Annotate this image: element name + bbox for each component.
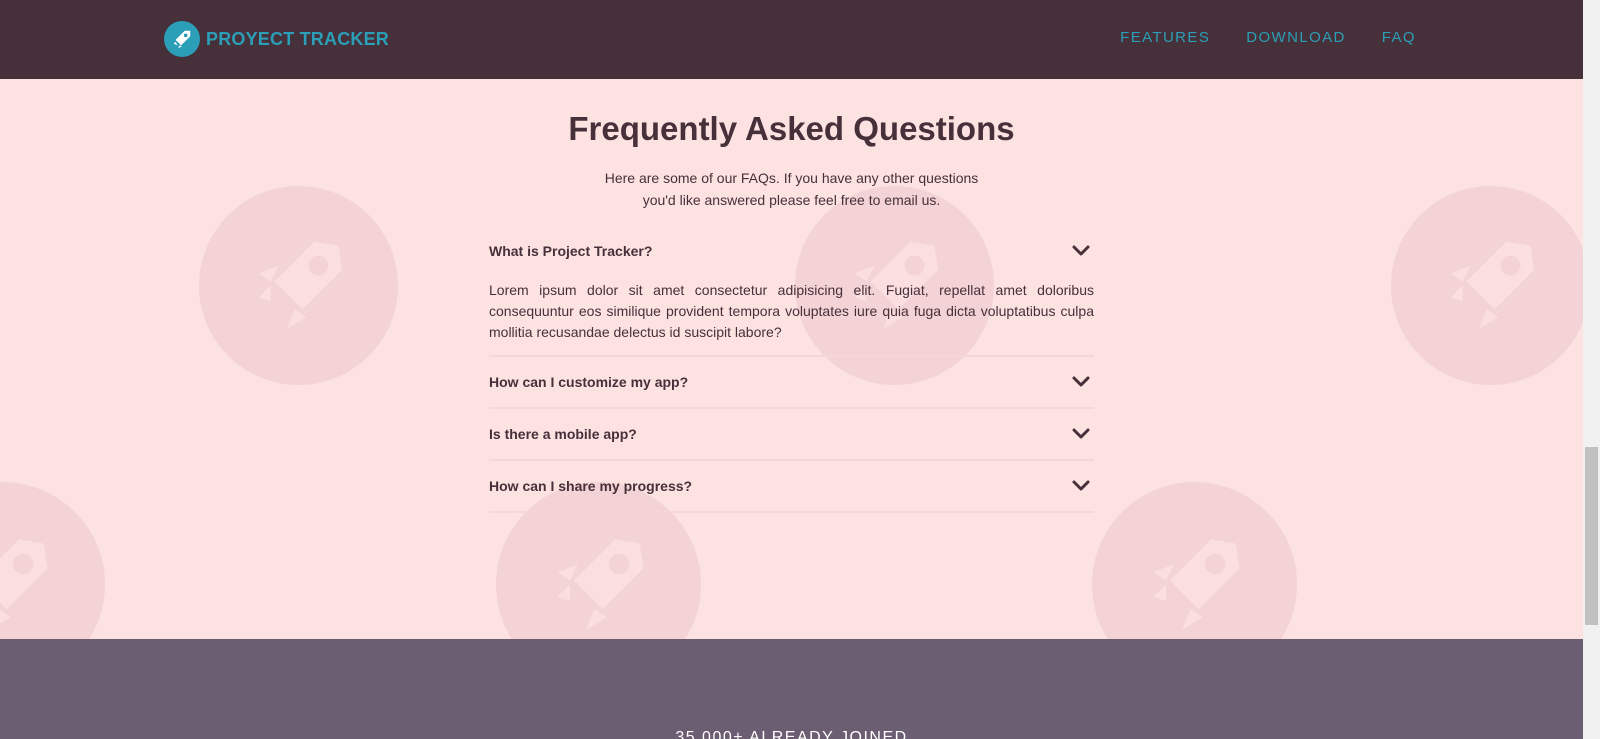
faq-question: How can I share my progress? (489, 478, 693, 494)
chevron-down-icon (1072, 480, 1090, 491)
main-nav: FEATURES DOWNLOAD FAQ (1120, 29, 1416, 46)
faq-subtitle: Here are some of our FAQs. If you have a… (0, 167, 1583, 211)
faq-item: How can I customize my app? (489, 357, 1094, 409)
faq-question-toggle[interactable]: How can I customize my app? (489, 357, 1094, 407)
faq-item: Is there a mobile app? (489, 409, 1094, 461)
logo[interactable]: PROYECT TRACKER (164, 21, 389, 57)
page-scrollbar[interactable] (1583, 0, 1600, 739)
joined-count-text: 35,000+ ALREADY JOINED (675, 729, 908, 739)
faq-item: What is Project Tracker? Lorem ipsum dol… (489, 226, 1094, 357)
faq-question: How can I customize my app? (489, 374, 689, 390)
faq-subtitle-line: you'd like answered please feel free to … (642, 192, 941, 208)
rocket-icon (164, 21, 200, 57)
chevron-down-icon (1072, 428, 1090, 439)
nav-link-faq[interactable]: FAQ (1382, 29, 1416, 46)
chevron-down-icon (1072, 245, 1090, 256)
joined-section: 35,000+ ALREADY JOINED (0, 639, 1583, 739)
faq-title: Frequently Asked Questions (568, 110, 1015, 147)
chevron-down-icon (1072, 376, 1090, 387)
scrollbar-thumb[interactable] (1585, 447, 1598, 625)
site-header: PROYECT TRACKER FEATURES DOWNLOAD FAQ (0, 0, 1583, 79)
nav-link-features[interactable]: FEATURES (1120, 29, 1210, 46)
faq-question: Is there a mobile app? (489, 426, 637, 442)
faq-accordion: What is Project Tracker? Lorem ipsum dol… (489, 226, 1094, 513)
faq-question-toggle[interactable]: Is there a mobile app? (489, 409, 1094, 459)
faq-section: Frequently Asked Questions Here are some… (0, 79, 1583, 639)
faq-question-toggle[interactable]: What is Project Tracker? (489, 226, 1094, 276)
faq-question: What is Project Tracker? (489, 243, 653, 259)
faq-item: How can I share my progress? (489, 461, 1094, 513)
faq-answer: Lorem ipsum dolor sit amet consectetur a… (489, 282, 1094, 340)
nav-link-download[interactable]: DOWNLOAD (1246, 29, 1346, 46)
faq-subtitle-line: Here are some of our FAQs. If you have a… (604, 170, 979, 186)
faq-question-toggle[interactable]: How can I share my progress? (489, 461, 1094, 511)
logo-text: PROYECT TRACKER (206, 28, 390, 49)
